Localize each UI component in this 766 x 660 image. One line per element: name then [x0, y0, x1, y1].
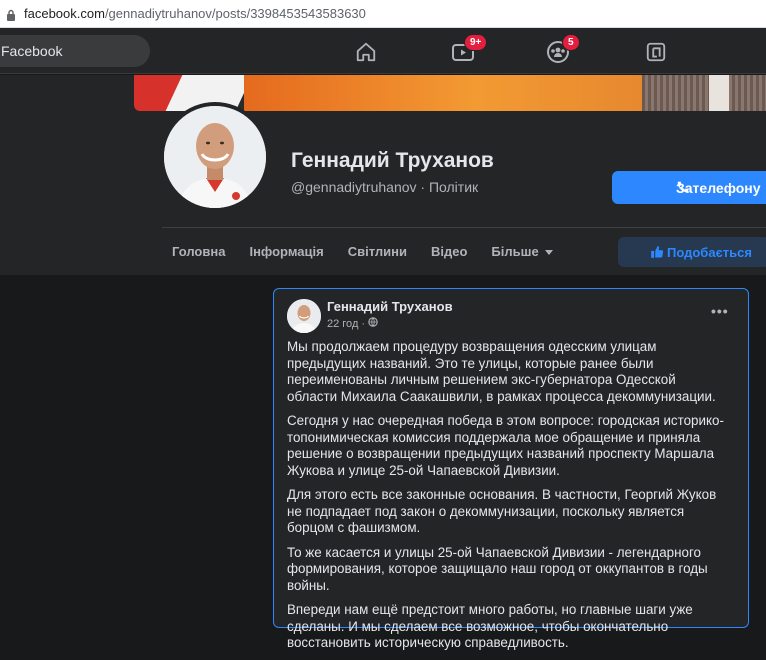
- post-paragraph: То же касается и улицы 25-ой Чапаевской …: [287, 544, 708, 593]
- more-options-icon[interactable]: •••: [711, 303, 729, 319]
- profile-header: Геннадий Труханов @gennadiytruhanov · По…: [0, 75, 766, 275]
- url-text[interactable]: facebook.com/gennadiytruhanov/posts/3398…: [24, 6, 366, 21]
- profile-tabs: Головна Інформація Світлини Відео Більше: [160, 238, 565, 265]
- home-icon[interactable]: [350, 36, 382, 68]
- tab-more-label: Більше: [491, 244, 539, 259]
- video-badge: 9+: [464, 34, 488, 51]
- groups-badge: 5: [562, 34, 580, 51]
- groups-icon[interactable]: 5: [542, 34, 580, 68]
- gaming-icon[interactable]: [640, 36, 672, 68]
- address-bar[interactable]: facebook.com/gennadiytruhanov/posts/3398…: [0, 0, 766, 28]
- url-path: /gennadiytruhanov/posts/3398453543583630: [104, 6, 366, 21]
- chevron-down-icon: [544, 250, 553, 256]
- post-paragraph: Мы продолжаем процедуру возвращения одес…: [287, 339, 716, 404]
- phone-icon: [676, 180, 690, 197]
- tab-photos[interactable]: Світлини: [336, 238, 419, 265]
- watch-icon[interactable]: 9+: [447, 34, 488, 68]
- globe-icon: [368, 317, 378, 330]
- post-paragraph: Сегодня у нас очередная победа в этом во…: [287, 413, 724, 478]
- post-author-avatar[interactable]: [287, 299, 321, 333]
- tab-videos[interactable]: Відео: [419, 238, 479, 265]
- post-text: Мы продолжаем процедуру возвращения одес…: [287, 339, 727, 660]
- search-input[interactable]: Facebook: [0, 35, 150, 67]
- tab-more[interactable]: Більше: [479, 238, 564, 265]
- post-time-text: 22 год ·: [327, 317, 366, 330]
- search-placeholder: Facebook: [1, 43, 63, 59]
- profile-name: Геннадий Труханов: [291, 149, 494, 172]
- tab-about[interactable]: Інформація: [237, 238, 335, 265]
- post-card: Геннадий Труханов 22 год · ••• Мы продол…: [273, 288, 749, 650]
- post-paragraph: Впереди нам ещё предстоит много работы, …: [287, 602, 693, 650]
- like-page-button[interactable]: Подобається: [618, 237, 766, 267]
- call-button[interactable]: Зателефону: [612, 171, 766, 204]
- post-paragraph: Для этого есть все законные основания. В…: [287, 487, 717, 535]
- thumbs-up-icon: [650, 245, 664, 262]
- url-domain: facebook.com: [24, 6, 105, 21]
- top-navigation: Facebook 9+ 5: [0, 28, 766, 74]
- tab-home[interactable]: Головна: [160, 238, 237, 265]
- post-timestamp[interactable]: 22 год ·: [327, 317, 378, 330]
- like-page-label: Подобається: [667, 244, 752, 260]
- profile-avatar[interactable]: [160, 102, 270, 212]
- lock-icon: [6, 8, 16, 21]
- profile-handle: @gennadiytruhanov · Політик: [291, 179, 479, 195]
- post-author-name[interactable]: Геннадий Труханов: [327, 299, 453, 314]
- header-divider: [162, 227, 766, 228]
